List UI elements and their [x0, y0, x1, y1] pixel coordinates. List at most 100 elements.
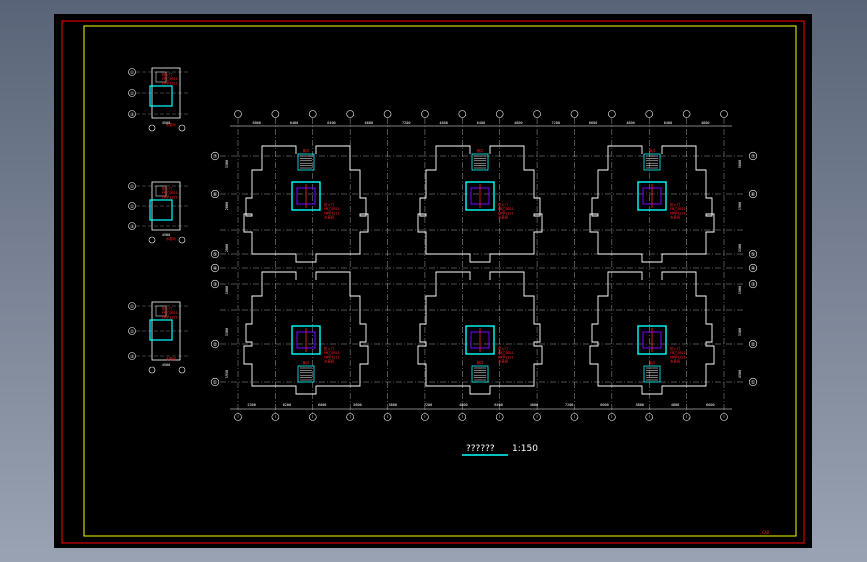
dimension-label-bottom: 4800 — [459, 403, 467, 407]
axis-label-right: ④ — [751, 266, 756, 272]
dimension-label-top: 6400 — [290, 121, 298, 125]
axis-label-left: ① — [213, 380, 218, 386]
detail-annotation: 水表间 — [166, 356, 176, 361]
axis-label-right: ① — [751, 380, 756, 386]
dimension-label-top: 6600 — [589, 121, 597, 125]
detail-dimension-label: 4500 — [162, 121, 170, 125]
detail-plans: 防火门FM乙0921FM甲1221水表间①②③4500防火门FM乙0921FM甲… — [128, 67, 188, 374]
dimension-label-top: 6400 — [664, 121, 672, 125]
axis-bubble-top — [308, 110, 317, 118]
red-annotation: 水表间 — [670, 359, 681, 364]
dimension-label-top: 6400 — [327, 121, 335, 125]
detail-dimension-label: 4500 — [162, 363, 170, 367]
dimension-label-top: 6400 — [477, 121, 485, 125]
dimension-label-left: 3300 — [225, 160, 229, 168]
red-annotation: 管井 — [649, 148, 655, 153]
detail-axis-bubble-bottom — [148, 236, 156, 244]
dimension-label-top: 6000 — [252, 121, 260, 125]
red-annotation: 水表间 — [324, 215, 335, 220]
floor-plan-drawing: CAD ?????? 1:150 6000 6400 6400 6600 7200 480… — [61, 20, 805, 544]
axis-bubble-top — [608, 110, 616, 118]
detail-axis-bubble-bottom — [178, 124, 186, 132]
red-annotation: 水表间 — [670, 215, 681, 220]
stair-box — [297, 153, 315, 171]
detail-core — [149, 319, 173, 341]
dimension-label-right: 5600 — [738, 160, 742, 168]
dimension-label-right: 1900 — [738, 286, 742, 294]
dimension-label-bottom: 6400 — [494, 403, 502, 407]
dimension-label-bottom: 5800 — [389, 403, 397, 407]
axis-label-left: ② — [213, 342, 218, 348]
dimension-label-top: 6600 — [365, 121, 373, 125]
drawing-scale: 1:150 — [512, 444, 538, 454]
detail-core — [149, 85, 173, 107]
detail-core — [149, 199, 173, 221]
axis-bubble-top — [570, 110, 579, 118]
stair-box — [471, 365, 489, 383]
detail-axis-bubble-bottom — [148, 124, 156, 132]
axis-label-right: ③ — [751, 282, 756, 288]
axis-label-right: ② — [751, 342, 756, 348]
dimension-label-bottom: 7200 — [424, 403, 432, 407]
red-annotation: 管井 — [477, 148, 483, 153]
axis-label-right: ⑦ — [751, 154, 756, 160]
dimension-label-top: 7200 — [552, 121, 560, 125]
outer-frame — [61, 20, 805, 544]
dimension-label-left: 2800 — [225, 244, 229, 252]
axis-bubble-top — [458, 110, 467, 118]
axis-bubble-top — [495, 110, 504, 118]
red-annotation: 水表间 — [324, 359, 335, 364]
dimension-labels: 6000 6400 6400 6600 7200 4800 6400 4800 7200 6600… — [213, 121, 756, 407]
axis-bubble-top — [533, 110, 541, 118]
dimension-label-right: 3300 — [738, 328, 742, 336]
dimension-label-left: 1950 — [225, 370, 229, 378]
corner-text: CAD — [762, 530, 770, 535]
axis-bubble-top — [346, 110, 354, 118]
axis-label-left: ⑦ — [213, 154, 218, 160]
detail-dimension-label: 4500 — [162, 233, 170, 237]
red-annotation: 水表间 — [498, 359, 509, 364]
dimension-label-bottom: 6000 — [318, 403, 326, 407]
dimension-label-bottom: 6200 — [283, 403, 291, 407]
stair-box — [471, 153, 489, 171]
axis-bubble-top — [271, 110, 280, 118]
building-blocks: 防火门FM乙0921FM甲1221水表间管井防火门FM乙0921FM甲1221水… — [243, 145, 715, 395]
detail-axis-bubble-bottom — [178, 236, 186, 244]
cad-drawing-viewport[interactable]: CAD ?????? 1:150 6000 6400 6400 6600 7200 480… — [54, 14, 812, 548]
axis-label-left: ④ — [213, 266, 218, 272]
axis-label-right: ⑤ — [751, 252, 756, 258]
detail-annotation: FM甲1221 — [162, 81, 178, 85]
red-annotation: 管井 — [303, 360, 309, 365]
stair-box — [643, 153, 661, 171]
dimension-label-bottom: 6000 — [600, 403, 608, 407]
red-annotation: 管井 — [303, 148, 309, 153]
dimension-label-top: 7200 — [402, 121, 410, 125]
axis-grid — [210, 110, 758, 421]
dimension-label-left: 3300 — [225, 328, 229, 336]
dimension-label-top: 4800 — [626, 121, 634, 125]
dimension-label-bottom: 7200 — [565, 403, 573, 407]
red-annotation: 管井 — [649, 360, 655, 365]
detail-axis-bubble-bottom — [178, 366, 186, 374]
stair-box — [297, 365, 315, 383]
dimension-label-left: 1800 — [225, 286, 229, 294]
inner-frame — [83, 25, 797, 537]
dimension-label-top: 4800 — [701, 121, 709, 125]
dimension-label-top: 4800 — [439, 121, 447, 125]
detail-annotation: FM甲1221 — [162, 315, 178, 319]
red-annotation: 水表间 — [498, 215, 509, 220]
detail-annotation: FM甲1221 — [162, 195, 178, 199]
dimension-label-bottom: 4800 — [530, 403, 538, 407]
dimension-label-top: 4800 — [514, 121, 522, 125]
dimension-label-right: 4500 — [738, 370, 742, 378]
detail-axis-bubble-bottom — [148, 366, 156, 374]
drawing-title: ?????? — [466, 444, 495, 454]
dimension-label-bottom: 5800 — [353, 403, 361, 407]
axis-label-left: ③ — [213, 282, 218, 288]
dimension-label-right: 1900 — [738, 202, 742, 210]
axis-label-left: ⑤ — [213, 252, 218, 258]
stair-box — [643, 365, 661, 383]
axis-bubble-top — [421, 110, 429, 118]
axis-label-right: ⑥ — [751, 192, 756, 198]
axis-bubble-top — [234, 110, 242, 118]
